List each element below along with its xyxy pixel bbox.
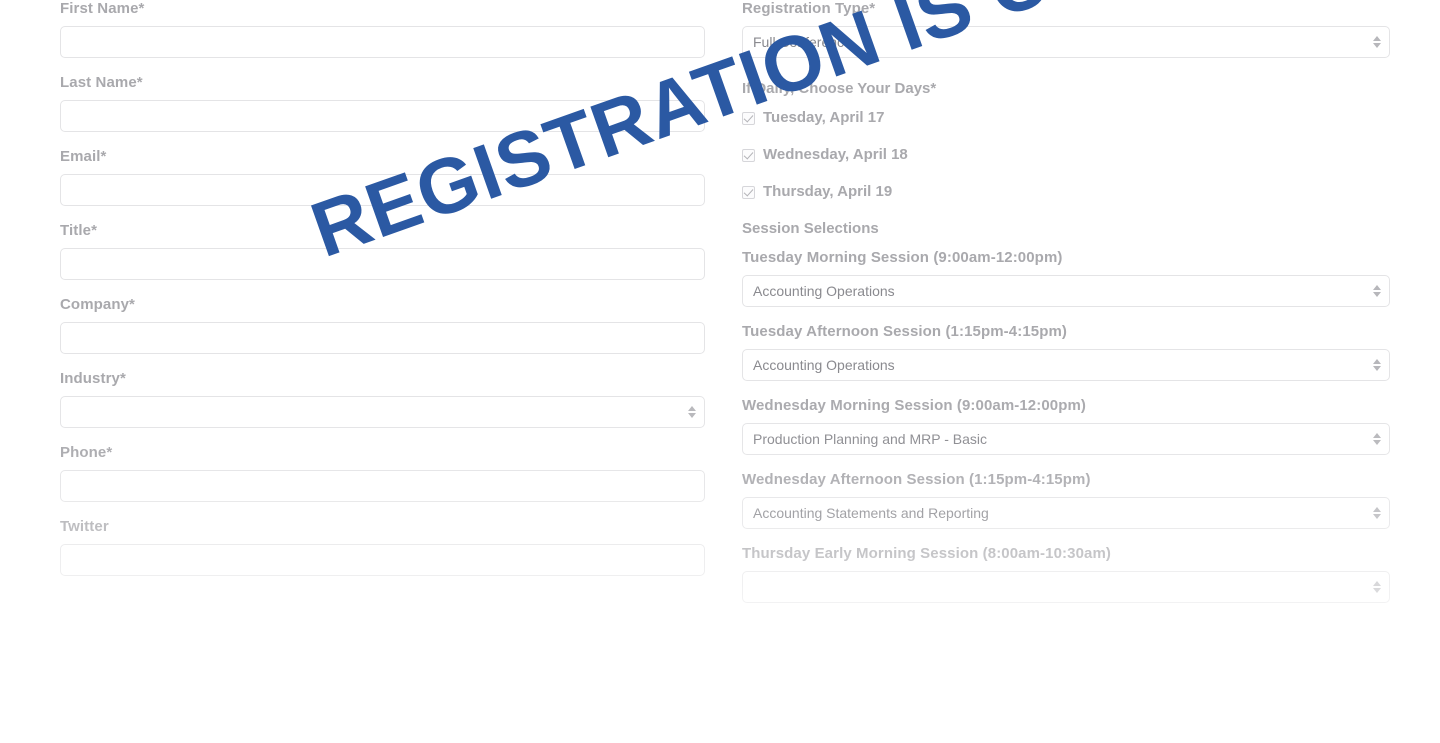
tuesday-afternoon-session-select-wrap: Accounting Operations <box>742 349 1390 381</box>
industry-select-wrap <box>60 396 705 428</box>
thursday-early-morning-session-select-wrap <box>742 571 1390 603</box>
registration-form: First Name* Last Name* Email* Title* Com… <box>0 0 1440 743</box>
email-input[interactable] <box>60 174 705 206</box>
thursday-early-morning-session-select[interactable] <box>742 571 1390 603</box>
day-option-wednesday[interactable]: Wednesday, April 18 <box>742 146 1390 164</box>
first-name-input[interactable] <box>60 26 705 58</box>
tuesday-morning-session-label: Tuesday Morning Session (9:00am-12:00pm) <box>742 249 1063 266</box>
phone-label: Phone* <box>60 444 113 461</box>
industry-label: Industry* <box>60 370 126 387</box>
first-name-label: First Name* <box>60 0 145 17</box>
checkbox-icon[interactable] <box>742 185 755 199</box>
wednesday-afternoon-session-label: Wednesday Afternoon Session (1:15pm-4:15… <box>742 471 1091 488</box>
wednesday-afternoon-session-select-wrap: Accounting Statements and Reporting <box>742 497 1390 529</box>
twitter-input[interactable] <box>60 544 705 576</box>
day-option-label: Tuesday, April 17 <box>763 109 885 126</box>
registration-type-select-wrap: Full Conference <box>742 26 1390 58</box>
phone-input[interactable] <box>60 470 705 502</box>
field-first-name: First Name* <box>60 0 705 58</box>
field-company: Company* <box>60 296 705 354</box>
field-phone: Phone* <box>60 444 705 502</box>
industry-select[interactable] <box>60 396 705 428</box>
checkbox-icon[interactable] <box>742 148 755 162</box>
tuesday-afternoon-session-select[interactable]: Accounting Operations <box>742 349 1390 381</box>
day-option-label: Wednesday, April 18 <box>763 146 908 163</box>
checkbox-icon[interactable] <box>742 111 755 125</box>
tuesday-morning-session-select[interactable]: Accounting Operations <box>742 275 1390 307</box>
thursday-early-morning-session-label: Thursday Early Morning Session (8:00am-1… <box>742 545 1111 562</box>
days-group-label: If Daily, Choose Your Days* <box>742 80 937 97</box>
wednesday-morning-session-select-wrap: Production Planning and MRP - Basic <box>742 423 1390 455</box>
company-label: Company* <box>60 296 135 313</box>
field-wednesday-afternoon-session: Wednesday Afternoon Session (1:15pm-4:15… <box>742 471 1390 529</box>
field-last-name: Last Name* <box>60 74 705 132</box>
registration-type-select[interactable]: Full Conference <box>742 26 1390 58</box>
form-right-column: Registration Type* Full Conference If Da… <box>742 0 1390 619</box>
title-input[interactable] <box>60 248 705 280</box>
title-label: Title* <box>60 222 98 239</box>
last-name-label: Last Name* <box>60 74 143 91</box>
day-option-label: Thursday, April 19 <box>763 183 893 200</box>
tuesday-morning-session-select-wrap: Accounting Operations <box>742 275 1390 307</box>
company-input[interactable] <box>60 322 705 354</box>
wednesday-morning-session-label: Wednesday Morning Session (9:00am-12:00p… <box>742 397 1087 414</box>
email-label: Email* <box>60 148 107 165</box>
tuesday-afternoon-session-label: Tuesday Afternoon Session (1:15pm-4:15pm… <box>742 323 1067 340</box>
twitter-label: Twitter <box>60 518 109 535</box>
session-selections-heading: Session Selections <box>742 220 879 237</box>
field-twitter: Twitter <box>60 518 705 576</box>
field-industry: Industry* <box>60 370 705 428</box>
last-name-input[interactable] <box>60 100 705 132</box>
day-option-thursday[interactable]: Thursday, April 19 <box>742 183 1390 201</box>
field-tuesday-morning-session: Tuesday Morning Session (9:00am-12:00pm)… <box>742 249 1390 307</box>
days-group: If Daily, Choose Your Days* Tuesday, Apr… <box>742 80 1390 201</box>
form-left-column: First Name* Last Name* Email* Title* Com… <box>60 0 705 592</box>
registration-type-label: Registration Type* <box>742 0 876 17</box>
field-email: Email* <box>60 148 705 206</box>
wednesday-morning-session-select[interactable]: Production Planning and MRP - Basic <box>742 423 1390 455</box>
field-registration-type: Registration Type* Full Conference <box>742 0 1390 58</box>
wednesday-afternoon-session-select[interactable]: Accounting Statements and Reporting <box>742 497 1390 529</box>
day-option-tuesday[interactable]: Tuesday, April 17 <box>742 109 1390 127</box>
field-wednesday-morning-session: Wednesday Morning Session (9:00am-12:00p… <box>742 397 1390 455</box>
field-tuesday-afternoon-session: Tuesday Afternoon Session (1:15pm-4:15pm… <box>742 323 1390 381</box>
field-title: Title* <box>60 222 705 280</box>
field-thursday-early-morning-session: Thursday Early Morning Session (8:00am-1… <box>742 545 1390 603</box>
